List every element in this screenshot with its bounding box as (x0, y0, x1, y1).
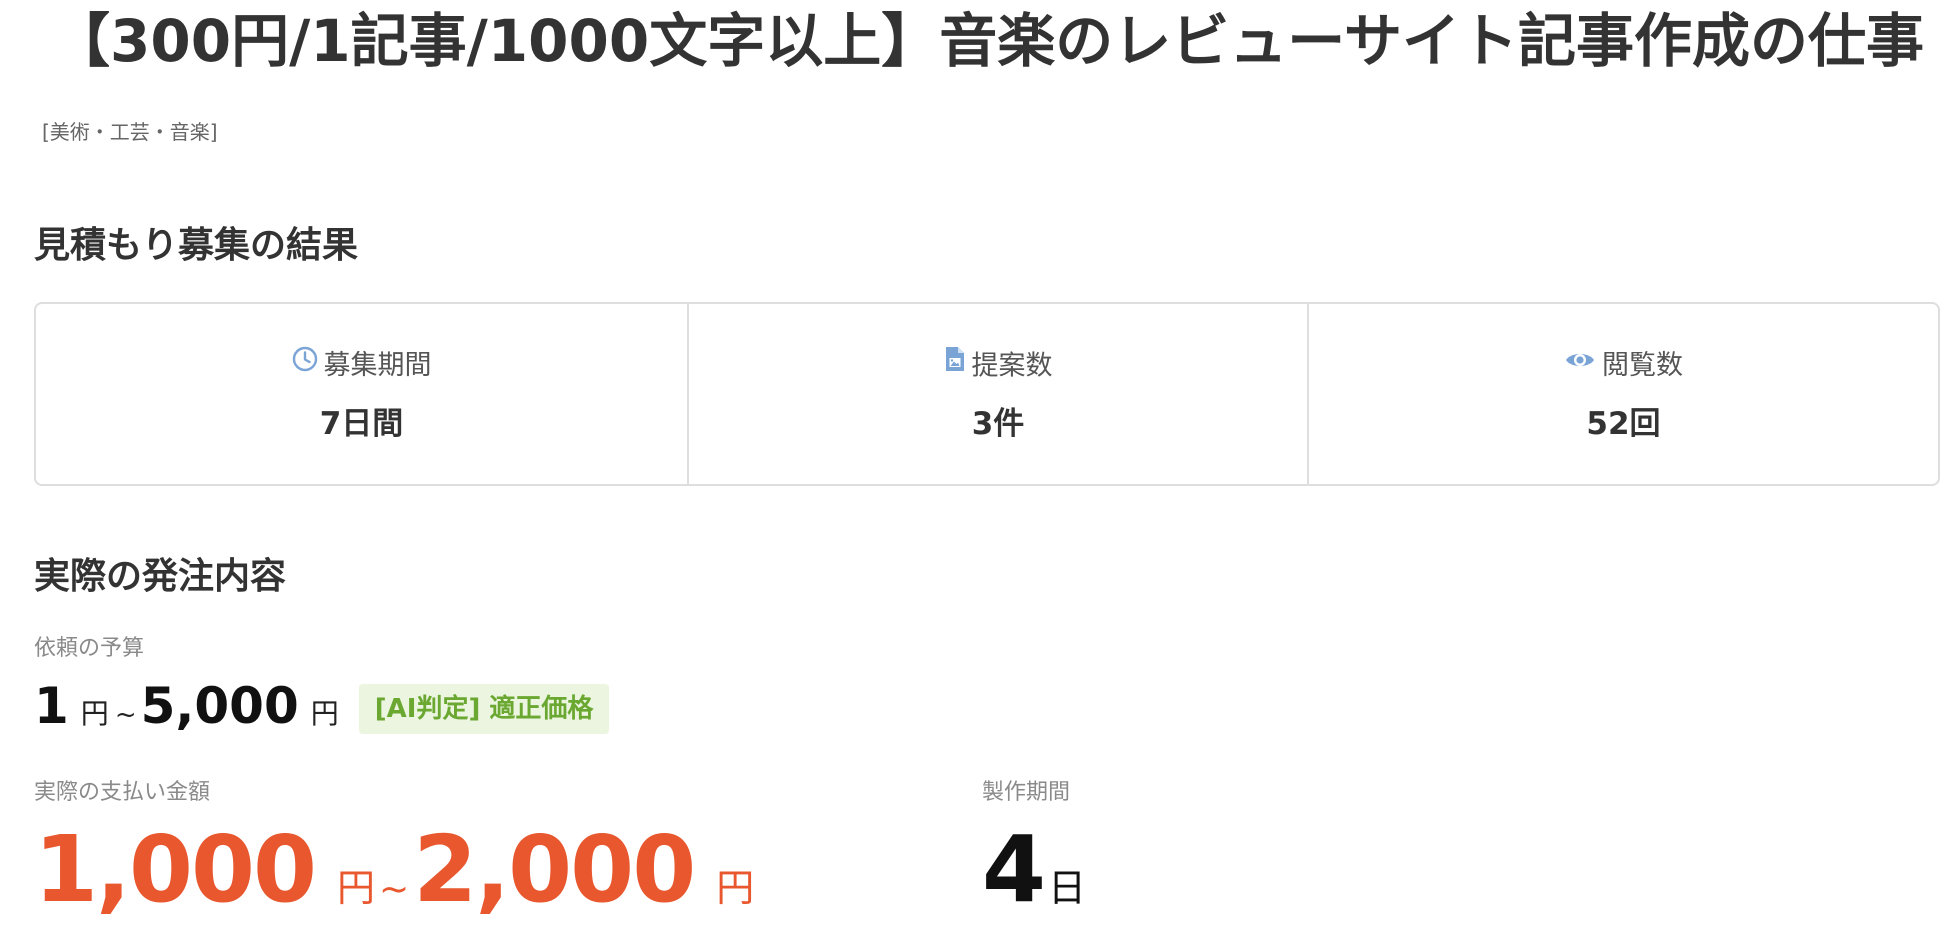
budget-min: 1 (34, 677, 69, 735)
budget-range: 1 円 ~5,000 円 [AI判定] 適正価格 (34, 674, 610, 738)
payment-max-unit: 円 (716, 866, 755, 910)
stat-value: 7日間 (319, 406, 404, 442)
stat-value: 52回 (1586, 406, 1661, 442)
order-details-heading: 実際の発注内容 (34, 556, 287, 597)
payment-separator: ~ (379, 869, 410, 910)
stat-proposal-count: 提案数 3件 (689, 304, 1309, 484)
production-period: 4日 (982, 812, 1086, 928)
budget-separator: ~ (114, 700, 137, 730)
results-heading: 見積もり募集の結果 (34, 225, 359, 266)
period-unit: 日 (1048, 866, 1087, 910)
stat-recruit-period: 募集期間 7日間 (36, 304, 689, 484)
payment-min-unit: 円 (337, 866, 376, 910)
period-value: 4 (982, 816, 1047, 923)
clock-icon (292, 346, 318, 382)
category-tag[interactable]: [美術・工芸・音楽] (42, 118, 218, 146)
payment-range: 1,000 円 ~2,000 円 (34, 812, 758, 928)
stats-panel: 募集期間 7日間 提案数 3件 閲覧数 52回 (34, 302, 1940, 486)
ai-price-badge: [AI判定] 適正価格 (358, 684, 610, 734)
budget-label: 依頼の予算 (34, 636, 145, 661)
payment-max: 2,000 (413, 816, 696, 923)
document-icon (944, 345, 966, 383)
budget-min-unit: 円 (80, 697, 109, 730)
production-period-label: 製作期間 (982, 780, 1071, 805)
stat-value: 3件 (971, 406, 1025, 442)
payment-min: 1,000 (34, 816, 317, 923)
budget-max: 5,000 (140, 677, 299, 735)
eye-icon (1564, 346, 1596, 382)
page-title: 【300円/1記事/1000文字以上】音楽のレビューサイト記事作成の仕事 (52, 7, 1925, 75)
job-result-page: 【300円/1記事/1000文字以上】音楽のレビューサイト記事作成の仕事 [美術… (0, 0, 1950, 934)
stat-view-count: 閲覧数 52回 (1309, 304, 1938, 484)
stat-label: 閲覧数 (1602, 350, 1683, 381)
budget-max-unit: 円 (310, 697, 339, 730)
stat-label: 募集期間 (323, 350, 432, 381)
stat-label: 提案数 (971, 350, 1053, 382)
payment-label: 実際の支払い金額 (34, 780, 211, 805)
